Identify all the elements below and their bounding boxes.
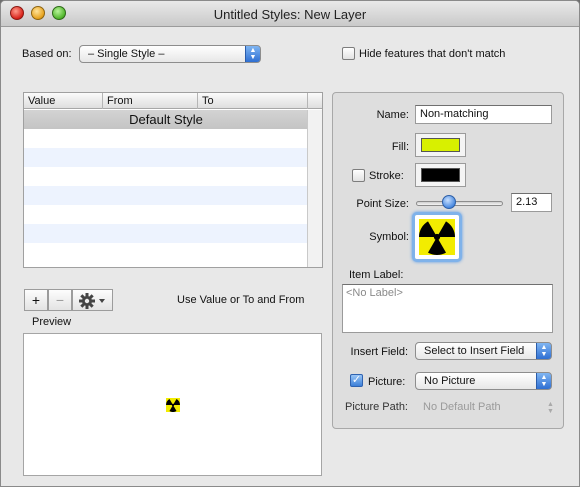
- table-body: Default Style: [24, 110, 308, 267]
- table-row[interactable]: Default Style: [24, 110, 308, 129]
- insert-field-value: Select to Insert Field: [424, 345, 525, 357]
- symbol-label: Symbol:: [369, 231, 409, 243]
- table-header: Value From To: [24, 93, 322, 109]
- picture-path-stepper-icon: ▲ ▼: [547, 401, 554, 415]
- title-bar[interactable]: Untitled Styles: New Layer: [1, 1, 579, 27]
- fill-color-well[interactable]: [415, 133, 466, 157]
- stroke-checkbox[interactable]: [352, 169, 365, 182]
- picture-value: No Picture: [424, 375, 476, 387]
- point-size-slider-knob[interactable]: [442, 195, 456, 209]
- empty-row: [24, 186, 308, 205]
- empty-row: [24, 205, 308, 224]
- empty-row: [24, 167, 308, 186]
- fill-color-swatch: [421, 138, 460, 152]
- stroke-color-well[interactable]: [415, 163, 466, 187]
- item-label-field[interactable]: <No Label>: [342, 284, 553, 333]
- name-label: Name:: [376, 109, 409, 121]
- hide-features-label: Hide features that don't match: [359, 48, 506, 60]
- empty-row: [24, 224, 308, 243]
- preview-area: [23, 333, 322, 476]
- gear-icon: [78, 293, 105, 310]
- symbol-well[interactable]: [412, 212, 462, 262]
- popup-arrows-icon: ▲ ▼: [245, 46, 260, 62]
- window-title: Untitled Styles: New Layer: [213, 7, 367, 22]
- empty-row: [24, 243, 308, 262]
- picture-label: Picture:: [368, 376, 406, 388]
- empty-row: [24, 129, 308, 148]
- radiation-icon: [419, 219, 455, 255]
- column-header-from[interactable]: From: [103, 93, 198, 109]
- action-menu-button[interactable]: [72, 289, 113, 311]
- picture-checkbox[interactable]: ✓: [350, 374, 363, 387]
- insert-field-popup[interactable]: Select to Insert Field ▲ ▼: [415, 342, 552, 360]
- styles-window: Untitled Styles: New Layer Based on: – S…: [0, 0, 580, 487]
- point-size-slider[interactable]: [416, 201, 503, 206]
- hide-features-checkbox[interactable]: [342, 47, 355, 60]
- item-label-label: Item Label:: [349, 269, 404, 281]
- picture-path-value: No Default Path: [423, 401, 501, 413]
- insert-field-label: Insert Field:: [350, 346, 408, 358]
- based-on-popup[interactable]: – Single Style – ▲ ▼: [79, 45, 261, 63]
- based-on-label: Based on:: [22, 48, 72, 60]
- value-hint-text: Use Value or To and From: [177, 294, 305, 306]
- stroke-label: Stroke:: [369, 170, 404, 182]
- add-style-button[interactable]: +: [24, 289, 48, 311]
- column-header-value[interactable]: Value: [24, 93, 103, 109]
- column-header-to[interactable]: To: [198, 93, 308, 109]
- stroke-color-swatch: [421, 168, 460, 182]
- popup-arrows-icon: ▲ ▼: [536, 343, 551, 359]
- name-field[interactable]: Non-matching: [415, 105, 552, 124]
- table-scrollbar[interactable]: [307, 110, 322, 267]
- remove-style-button[interactable]: −: [48, 289, 72, 311]
- styles-table: Value From To Default Style: [23, 92, 323, 268]
- picture-popup[interactable]: No Picture ▲ ▼: [415, 372, 552, 390]
- empty-row: [24, 148, 308, 167]
- preview-label: Preview: [32, 316, 72, 328]
- based-on-value: – Single Style –: [88, 48, 165, 60]
- point-size-label: Point Size:: [356, 198, 409, 210]
- fill-label: Fill:: [391, 141, 409, 153]
- picture-path-label: Picture Path:: [345, 401, 408, 413]
- point-size-field[interactable]: 2.13: [511, 193, 552, 212]
- radiation-icon: [166, 398, 180, 412]
- popup-arrows-icon: ▲ ▼: [536, 373, 551, 389]
